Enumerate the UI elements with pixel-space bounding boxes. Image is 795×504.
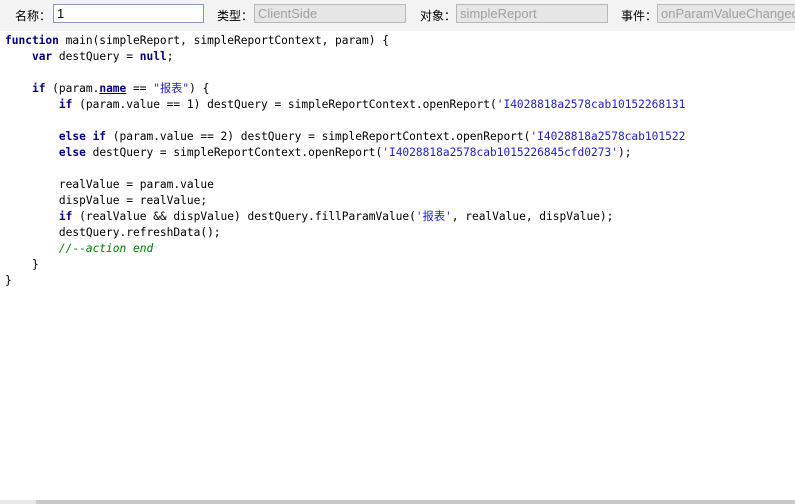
code-token-str: 'I4028818a2578cab1015226845cfd0273' [382,146,618,159]
code-token: ); [617,146,632,159]
code-token: (param.value == 1) destQuery = simpleRep… [72,98,497,111]
object-label: 对象： [420,9,457,23]
code-line: var destQuery = null; [5,49,685,65]
type-field: ClientSide [254,4,406,23]
code-token: destQuery = [52,50,140,63]
code-token-kw: else [58,146,86,159]
code-line: if (param.value == 1) destQuery = simple… [5,97,685,113]
code-token-prop: name [99,82,127,95]
code-line: else if (param.value == 2) destQuery = s… [5,129,685,145]
code-line: else destQuery = simpleReportContext.ope… [5,145,685,161]
event-field: onParamValueChanged [657,4,795,23]
code-line: dispValue = realValue; [5,193,685,209]
code-content[interactable]: function main(simpleReport, simpleReport… [5,33,685,289]
code-token: ; [166,50,174,63]
code-token: == [126,82,154,95]
code-line: if (realValue && dispValue) destQuery.fi… [5,209,685,225]
code-token: destQuery = simpleReportContext.openRepo… [85,146,383,159]
code-token: destQuery.refreshData(); [5,226,221,239]
code-token: (realValue && dispValue) destQuery.fillP… [72,210,416,223]
code-editor[interactable]: function main(simpleReport, simpleReport… [0,31,795,500]
code-token: (param.value == 2) destQuery = simpleRep… [106,130,531,143]
code-token-kw: if [58,210,73,223]
code-token-str: "报表" [153,82,190,95]
code-token-str: 'I4028818a2578cab10152268131 [496,98,686,111]
code-token: dispValue = realValue; [5,194,208,207]
script-properties-toolbar: 名称： 1 类型： ClientSide 对象： simpleReport 事件… [0,0,795,30]
code-token-cmt: //--action end [58,242,154,255]
object-field: simpleReport [456,4,608,23]
code-token: ) { [189,82,210,95]
code-line: } [5,257,685,273]
code-token: } [5,258,39,271]
code-line: destQuery.refreshData(); [5,225,685,241]
code-token-str: 'I4028818a2578cab101522 [530,130,686,143]
code-line: //--action end [5,241,685,257]
name-input[interactable]: 1 [53,4,204,23]
code-line: function main(simpleReport, simpleReport… [5,33,685,49]
code-token-kw: var [31,50,53,63]
code-token-kw: null [139,50,167,63]
code-token: , realValue, dispValue); [451,210,614,223]
code-token-str: '报表' [415,210,452,223]
code-token: } [5,274,12,287]
code-token: (param. [45,82,100,95]
code-token-kw: if [58,98,73,111]
code-line: if (param.name == "报表") { [5,81,685,97]
code-token: main(simpleReport, simpleReportContext, … [58,34,389,47]
name-label: 名称： [15,9,52,23]
scrollbar-thumb[interactable] [36,500,795,504]
code-token-kw: else if [58,130,107,143]
code-token-kw: if [31,82,46,95]
type-label: 类型： [217,9,254,23]
code-token: realValue = param.value [5,178,214,191]
code-token-kw: function [5,34,59,47]
code-line: realValue = param.value [5,177,685,193]
code-line: } [5,273,685,289]
event-label: 事件： [621,9,658,23]
horizontal-scrollbar[interactable] [0,500,795,504]
